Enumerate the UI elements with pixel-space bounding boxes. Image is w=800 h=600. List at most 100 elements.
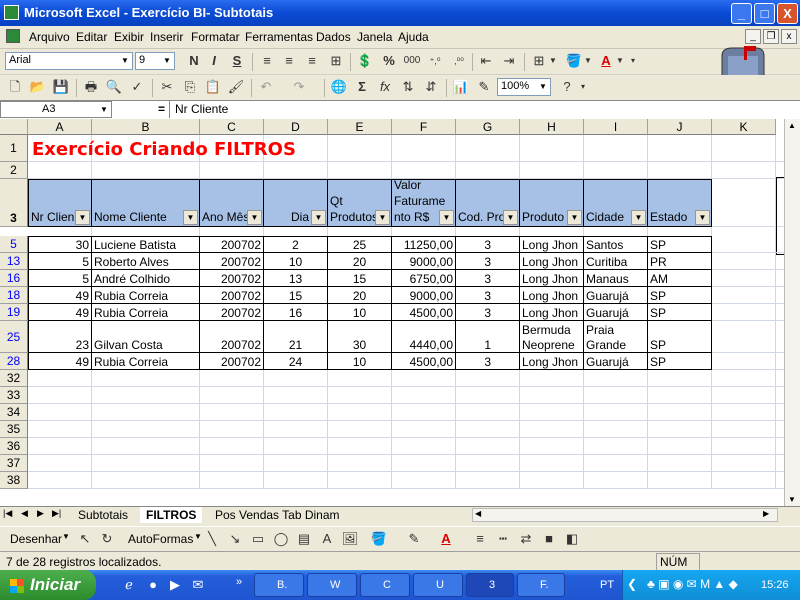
data-cell-h[interactable]: Long Jhon <box>520 304 584 321</box>
autofilter-dropdown-h[interactable]: ▼ <box>567 210 582 225</box>
data-cell-g[interactable]: 3 <box>456 253 520 270</box>
data-cell-f[interactable]: 4440,00 <box>392 321 456 353</box>
select-objects-icon[interactable]: ↖ <box>76 530 94 548</box>
header-cell-g[interactable]: Cod. Pro ▼ <box>456 179 520 227</box>
print-preview-icon[interactable]: 🔍 <box>105 78 123 96</box>
bold-button[interactable]: N <box>185 52 203 70</box>
start-button[interactable]: Iniciar <box>0 570 96 600</box>
autofilter-dropdown-g[interactable]: ▼ <box>503 210 518 225</box>
data-cell-h[interactable]: Long Jhon <box>520 287 584 304</box>
data-cell-f[interactable]: 9000,00 <box>392 253 456 270</box>
data-cell-d[interactable]: 13 <box>264 270 328 287</box>
data-cell-e[interactable]: 10 <box>328 353 392 370</box>
toolbar-options-icon[interactable]: ▾ <box>578 78 588 96</box>
data-cell-h[interactable]: Long Jhon <box>520 253 584 270</box>
hyperlink-icon[interactable]: 🌐 <box>330 78 348 96</box>
header-cell-c[interactable]: Ano Mês ▼ <box>200 179 264 227</box>
vertical-scrollbar[interactable]: ▲ ▼ <box>784 119 800 506</box>
menu-editar[interactable]: Editar <box>76 30 107 44</box>
line-color-icon[interactable]: ✎ <box>405 530 423 548</box>
data-cell-j[interactable]: SP <box>648 353 712 370</box>
data-cell-c[interactable]: 200702 <box>200 304 264 321</box>
arrow-icon[interactable]: ↘ <box>226 530 244 548</box>
insert-function-icon[interactable]: fx <box>376 78 394 96</box>
data-cell-b[interactable]: Luciene Batista <box>92 236 200 253</box>
chevron-down-icon[interactable]: ▼ <box>548 52 558 70</box>
data-cell-g[interactable]: 3 <box>456 287 520 304</box>
open-folder-icon[interactable]: 📂 <box>29 78 47 96</box>
scroll-down-icon[interactable]: ▼ <box>788 495 796 504</box>
data-cell-j[interactable]: SP <box>648 287 712 304</box>
format-painter-icon[interactable]: 🖌 <box>227 78 245 96</box>
doc-close-button[interactable]: x <box>781 29 797 44</box>
textbox-icon[interactable]: ▤ <box>295 530 313 548</box>
data-cell-d[interactable]: 24 <box>264 353 328 370</box>
doc-minimize-button[interactable]: _ <box>745 29 761 44</box>
percent-button[interactable]: % <box>380 52 398 70</box>
sheet-tab-subtotais[interactable]: Subtotais <box>72 507 134 523</box>
row-header-13[interactable]: 13 <box>0 253 28 270</box>
menu-ferramentas[interactable]: Ferramentas <box>245 30 313 44</box>
rectangle-icon[interactable]: ▭ <box>249 530 267 548</box>
scroll-left-icon[interactable]: ◀ <box>475 509 481 518</box>
sheet-tab-pos-vendas[interactable]: Pos Vendas Tab Dinam <box>209 507 346 523</box>
cut-icon[interactable]: ✂ <box>158 78 176 96</box>
new-file-icon[interactable]: 🗋 <box>6 78 24 96</box>
data-cell-h[interactable]: Long Jhon <box>520 353 584 370</box>
autoshapes-menu-button[interactable]: AutoFormas <box>128 532 193 546</box>
ie-quicklaunch-icon[interactable]: ℯ <box>120 576 138 594</box>
data-cell-d[interactable]: 16 <box>264 304 328 321</box>
row-header-3[interactable]: 3 <box>0 179 28 227</box>
increase-decimal-button[interactable]: ⁺,⁰ <box>424 52 446 70</box>
data-cell-a[interactable]: 49 <box>28 287 92 304</box>
data-cell-g[interactable]: 3 <box>456 236 520 253</box>
taskbar-button-u[interactable]: U <box>413 573 463 597</box>
fill-color-icon[interactable]: 🪣 <box>565 52 583 70</box>
data-cell-i[interactable]: Guarujá <box>584 287 648 304</box>
taskbar-button-f[interactable]: F. <box>517 573 565 597</box>
autofilter-dropdown-f[interactable]: ▼ <box>439 210 454 225</box>
free-rotate-icon[interactable]: ↻ <box>98 530 116 548</box>
data-cell-i[interactable]: Manaus <box>584 270 648 287</box>
menu-janela[interactable]: Janela <box>357 30 392 44</box>
scroll-right-icon[interactable]: ▶ <box>763 509 769 518</box>
column-header-i[interactable]: I <box>584 119 648 135</box>
opera-icon[interactable]: ● <box>144 576 162 594</box>
data-cell-i[interactable]: Praia Grande <box>584 321 648 353</box>
toolbar-options-icon[interactable]: ▾ <box>628 52 638 70</box>
formula-input[interactable]: Nr Cliente <box>169 101 800 118</box>
shadow-icon[interactable]: ■ <box>540 530 558 548</box>
data-cell-h[interactable]: Long Jhon <box>520 236 584 253</box>
data-cell-f[interactable]: 6750,00 <box>392 270 456 287</box>
next-sheet-icon[interactable]: ▶ <box>37 508 44 519</box>
select-all-corner[interactable] <box>0 119 28 135</box>
clipart-icon[interactable]: 🖼 <box>341 530 359 548</box>
first-sheet-icon[interactable]: |◀ <box>3 508 12 519</box>
data-cell-e[interactable]: 30 <box>328 321 392 353</box>
column-header-e[interactable]: E <box>328 119 392 135</box>
formula-equals-icon[interactable]: = <box>158 102 165 116</box>
data-cell-j[interactable]: SP <box>648 304 712 321</box>
data-cell-d[interactable]: 21 <box>264 321 328 353</box>
data-cell-c[interactable]: 200702 <box>200 236 264 253</box>
menu-dados[interactable]: Dados <box>316 30 351 44</box>
taskbar-button-w[interactable]: W <box>307 573 357 597</box>
column-header-f[interactable]: F <box>392 119 456 135</box>
underline-button[interactable]: S <box>228 52 246 70</box>
row-header-28[interactable]: 28 <box>0 353 28 370</box>
workbook-icon[interactable] <box>6 29 20 43</box>
column-header-k[interactable]: K <box>712 119 776 135</box>
data-cell-d[interactable]: 2 <box>264 236 328 253</box>
data-cell-e[interactable]: 15 <box>328 270 392 287</box>
taskbar-button-c[interactable]: C <box>360 573 410 597</box>
autofilter-dropdown-j[interactable]: ▼ <box>695 210 710 225</box>
data-cell-j[interactable]: AM <box>648 270 712 287</box>
data-cell-b[interactable]: Rubia Correia <box>92 304 200 321</box>
data-cell-b[interactable]: André Colhido <box>92 270 200 287</box>
chevron-down-icon[interactable]: ▼ <box>119 54 131 68</box>
chevron-down-icon[interactable]: ▼ <box>583 52 593 70</box>
data-cell-c[interactable]: 200702 <box>200 270 264 287</box>
spelling-icon[interactable]: ✓ <box>128 78 146 96</box>
data-cell-j[interactable]: SP <box>648 236 712 253</box>
header-cell-f[interactable]: Valor Faturame nto R$ ▼ <box>392 179 456 227</box>
